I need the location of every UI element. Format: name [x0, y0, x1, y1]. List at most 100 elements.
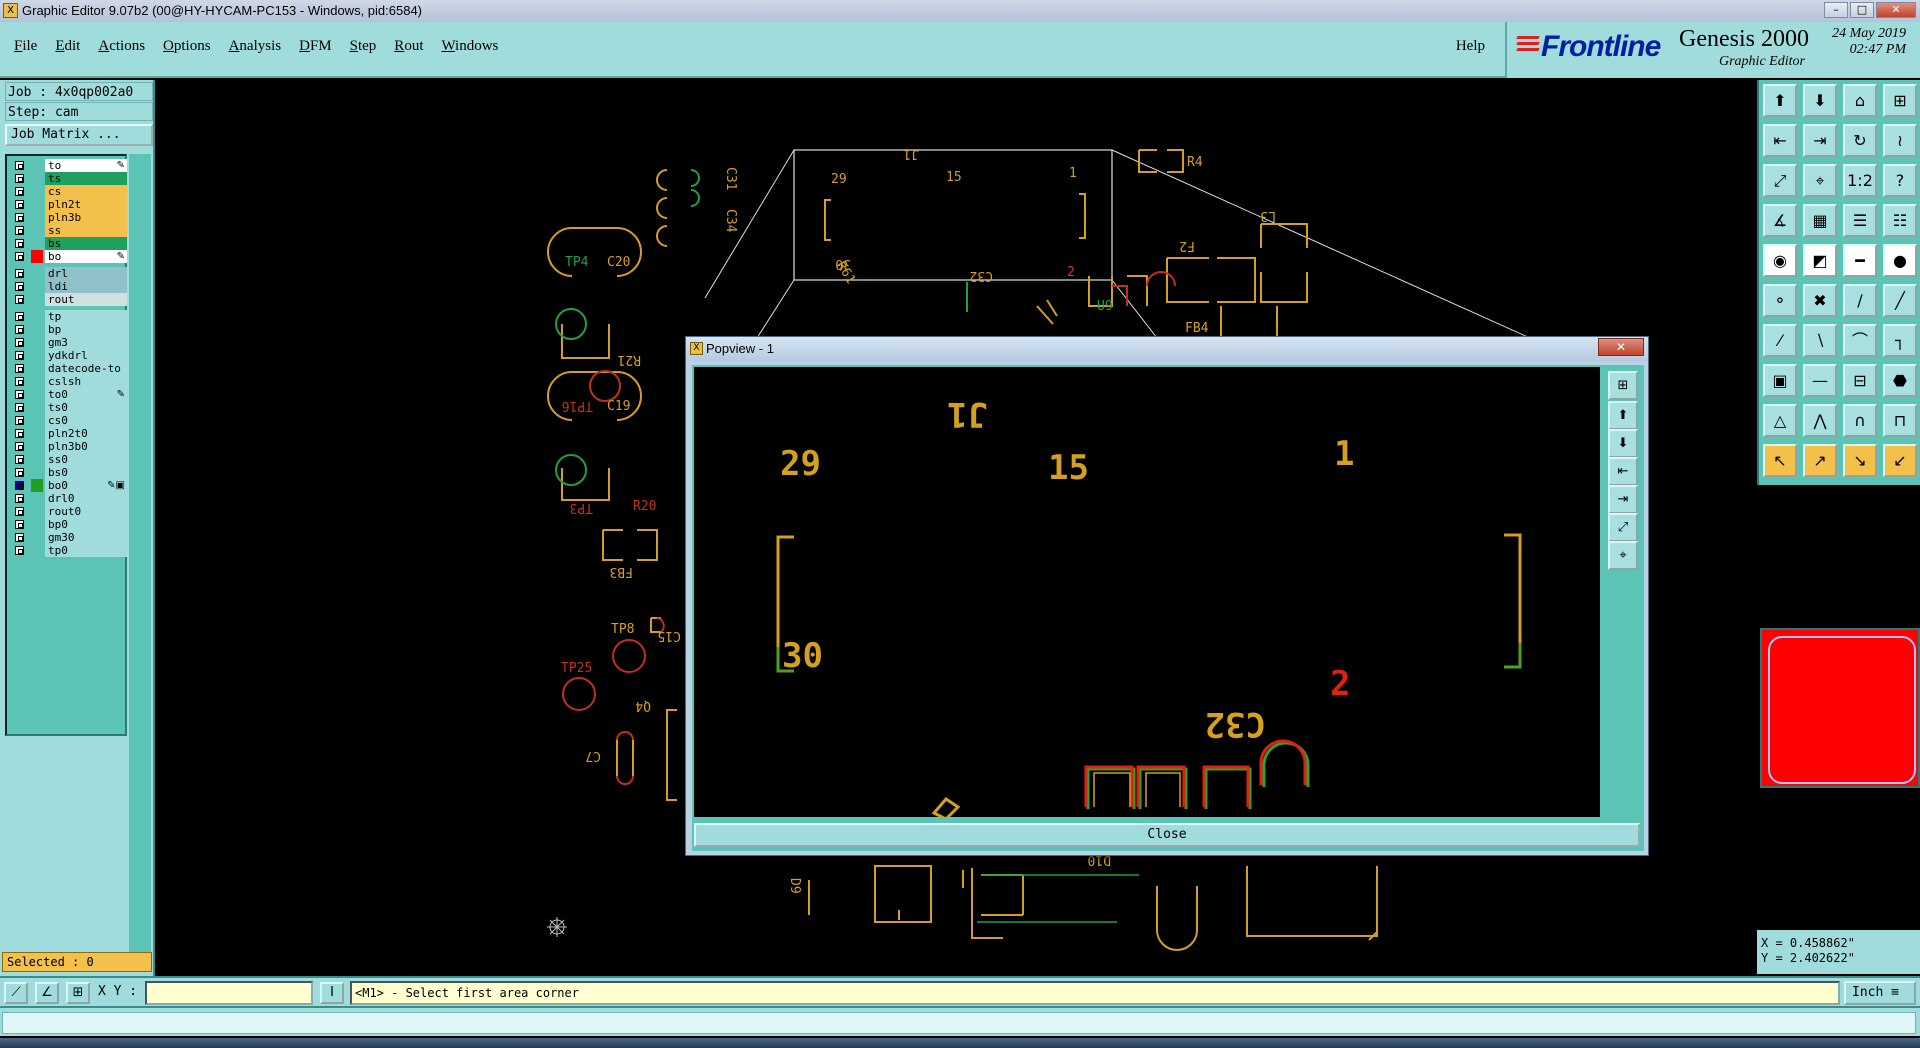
- popview-close-icon[interactable]: ✕: [1598, 338, 1644, 356]
- job-matrix-button[interactable]: Job Matrix ...: [5, 124, 153, 146]
- layer-checkbox[interactable]: [15, 429, 24, 438]
- snap-mode-icon[interactable]: ⟋: [4, 982, 28, 1004]
- layer-row-rout[interactable]: rout: [9, 292, 127, 307]
- layer-checkbox[interactable]: [15, 442, 24, 451]
- layer-checkbox[interactable]: [15, 494, 24, 503]
- menu-windows[interactable]: Windows: [441, 38, 498, 55]
- cursor-info-icon[interactable]: I: [320, 982, 344, 1004]
- layer-checkbox[interactable]: [15, 390, 24, 399]
- layer-down-icon[interactable]: ⬇: [1803, 84, 1837, 117]
- select-net-icon[interactable]: ↘: [1843, 444, 1877, 477]
- layer-checkbox[interactable]: [15, 351, 24, 360]
- layer-checkbox[interactable]: [15, 226, 24, 235]
- layer-row-tp0[interactable]: tp0: [9, 543, 127, 558]
- pan-right-icon[interactable]: ⇥: [1803, 124, 1837, 157]
- layer-checkbox[interactable]: [15, 416, 24, 425]
- one-to-two-icon[interactable]: 1:2: [1843, 164, 1877, 197]
- layer-scrollbar[interactable]: [129, 154, 151, 960]
- layer-checkbox[interactable]: [15, 520, 24, 529]
- dot-icon[interactable]: ●: [1883, 244, 1917, 277]
- popview-down-icon[interactable]: ⬇: [1608, 429, 1638, 458]
- popview-close-button[interactable]: Close: [694, 823, 1640, 847]
- layer-checkbox[interactable]: [15, 295, 24, 304]
- close-window-button[interactable]: ✕: [1876, 2, 1916, 18]
- popview-left-icon[interactable]: ⇤: [1608, 457, 1638, 486]
- draw-line-icon[interactable]: ⁄: [1763, 324, 1797, 357]
- cross-icon[interactable]: ✖: [1803, 284, 1837, 317]
- layer-checkbox[interactable]: [15, 533, 24, 542]
- arch-alt-icon[interactable]: ⊓: [1883, 404, 1917, 437]
- popview-fit-icon[interactable]: ⤢: [1608, 513, 1638, 542]
- layer-name[interactable]: rout: [45, 293, 127, 306]
- layer-checkbox[interactable]: [15, 269, 24, 278]
- popview-up-icon[interactable]: ⬆: [1608, 401, 1638, 430]
- menu-analysis[interactable]: Analysis: [229, 38, 282, 55]
- layer-checkbox[interactable]: [15, 403, 24, 412]
- minimize-button[interactable]: –: [1824, 2, 1848, 18]
- net-icon[interactable]: ☰: [1843, 204, 1877, 237]
- net-alt-icon[interactable]: ☷: [1883, 204, 1917, 237]
- a-shape-icon[interactable]: ⋀: [1803, 404, 1837, 437]
- connect-icon[interactable]: ⚬: [1763, 284, 1797, 317]
- layer-checkbox[interactable]: [15, 239, 24, 248]
- menu-file[interactable]: File: [14, 38, 37, 55]
- layer-checkbox[interactable]: [15, 200, 24, 209]
- angle-mode-icon[interactable]: ∠: [35, 982, 59, 1004]
- table-icon[interactable]: ▦: [1803, 204, 1837, 237]
- menu-edit[interactable]: Edit: [55, 38, 80, 55]
- layer-checkbox[interactable]: [15, 377, 24, 386]
- xy-input[interactable]: [145, 981, 313, 1005]
- popview-canvas[interactable]: 29 15 1 30 2 J1 C32: [694, 367, 1600, 817]
- layer-checkbox[interactable]: [15, 364, 24, 373]
- layer-color-swatch[interactable]: [31, 293, 43, 306]
- popview-zoom-icon[interactable]: ⊞: [1608, 371, 1638, 400]
- surface-icon[interactable]: ◩: [1803, 244, 1837, 277]
- popview-center-icon[interactable]: ⌖: [1608, 541, 1638, 570]
- layer-name[interactable]: bo ✎: [45, 250, 127, 263]
- grid-icon[interactable]: ⊞: [1883, 84, 1917, 117]
- line-point-icon[interactable]: ∕: [1843, 284, 1877, 317]
- menu-options[interactable]: Options: [163, 38, 211, 55]
- select-arrow-icon[interactable]: ↖: [1763, 444, 1797, 477]
- triangle-icon[interactable]: △: [1763, 404, 1797, 437]
- layer-checkbox[interactable]: [15, 174, 24, 183]
- layer-checkbox[interactable]: [15, 312, 24, 321]
- layer-checkbox[interactable]: [15, 325, 24, 334]
- layer-checkbox[interactable]: [15, 161, 24, 170]
- select-box-icon[interactable]: ↗: [1803, 444, 1837, 477]
- layer-checkbox[interactable]: [15, 252, 24, 261]
- layer-checkbox[interactable]: [15, 213, 24, 222]
- layer-checkbox[interactable]: [15, 507, 24, 516]
- layer-checkbox[interactable]: [15, 187, 24, 196]
- layer-up-icon[interactable]: ⬆: [1763, 84, 1797, 117]
- arc-icon[interactable]: ⌒: [1843, 324, 1877, 357]
- layer-color-swatch[interactable]: [31, 250, 43, 263]
- slash-icon[interactable]: ∖: [1803, 324, 1837, 357]
- maximize-button[interactable]: □: [1850, 2, 1874, 18]
- menu-dfm[interactable]: DFM: [299, 38, 332, 55]
- layer-name[interactable]: tp0: [45, 544, 127, 557]
- layer-color-swatch[interactable]: [31, 544, 43, 557]
- units-selector[interactable]: Inch ≡: [1844, 981, 1916, 1005]
- layer-checkbox[interactable]: [15, 282, 24, 291]
- pan-left-icon[interactable]: ⇤: [1763, 124, 1797, 157]
- select-path-icon[interactable]: ↙: [1883, 444, 1917, 477]
- grid-mode-icon[interactable]: ⊞: [66, 982, 90, 1004]
- layer-checkbox[interactable]: [15, 338, 24, 347]
- menu-rout[interactable]: Rout: [394, 38, 423, 55]
- pad-icon[interactable]: ◉: [1763, 244, 1797, 277]
- layer-row-bo[interactable]: bo ✎: [9, 249, 127, 264]
- layer-checkbox[interactable]: [15, 455, 24, 464]
- route-icon[interactable]: ┐: [1883, 324, 1917, 357]
- measure-icon[interactable]: ∡: [1763, 204, 1797, 237]
- zoom-fit-icon[interactable]: ⤢: [1763, 164, 1797, 197]
- layer-checkbox[interactable]: [15, 468, 24, 477]
- help-icon[interactable]: ?: [1883, 164, 1917, 197]
- layer-checkbox[interactable]: [15, 546, 24, 555]
- redraw-icon[interactable]: ↻: [1843, 124, 1877, 157]
- home-icon[interactable]: ⌂: [1843, 84, 1877, 117]
- bracket-icon[interactable]: ⊟: [1843, 364, 1877, 397]
- segment-icon[interactable]: —: [1803, 364, 1837, 397]
- zoom-center-icon[interactable]: ⌖: [1803, 164, 1837, 197]
- pad-place-icon[interactable]: ▣: [1763, 364, 1797, 397]
